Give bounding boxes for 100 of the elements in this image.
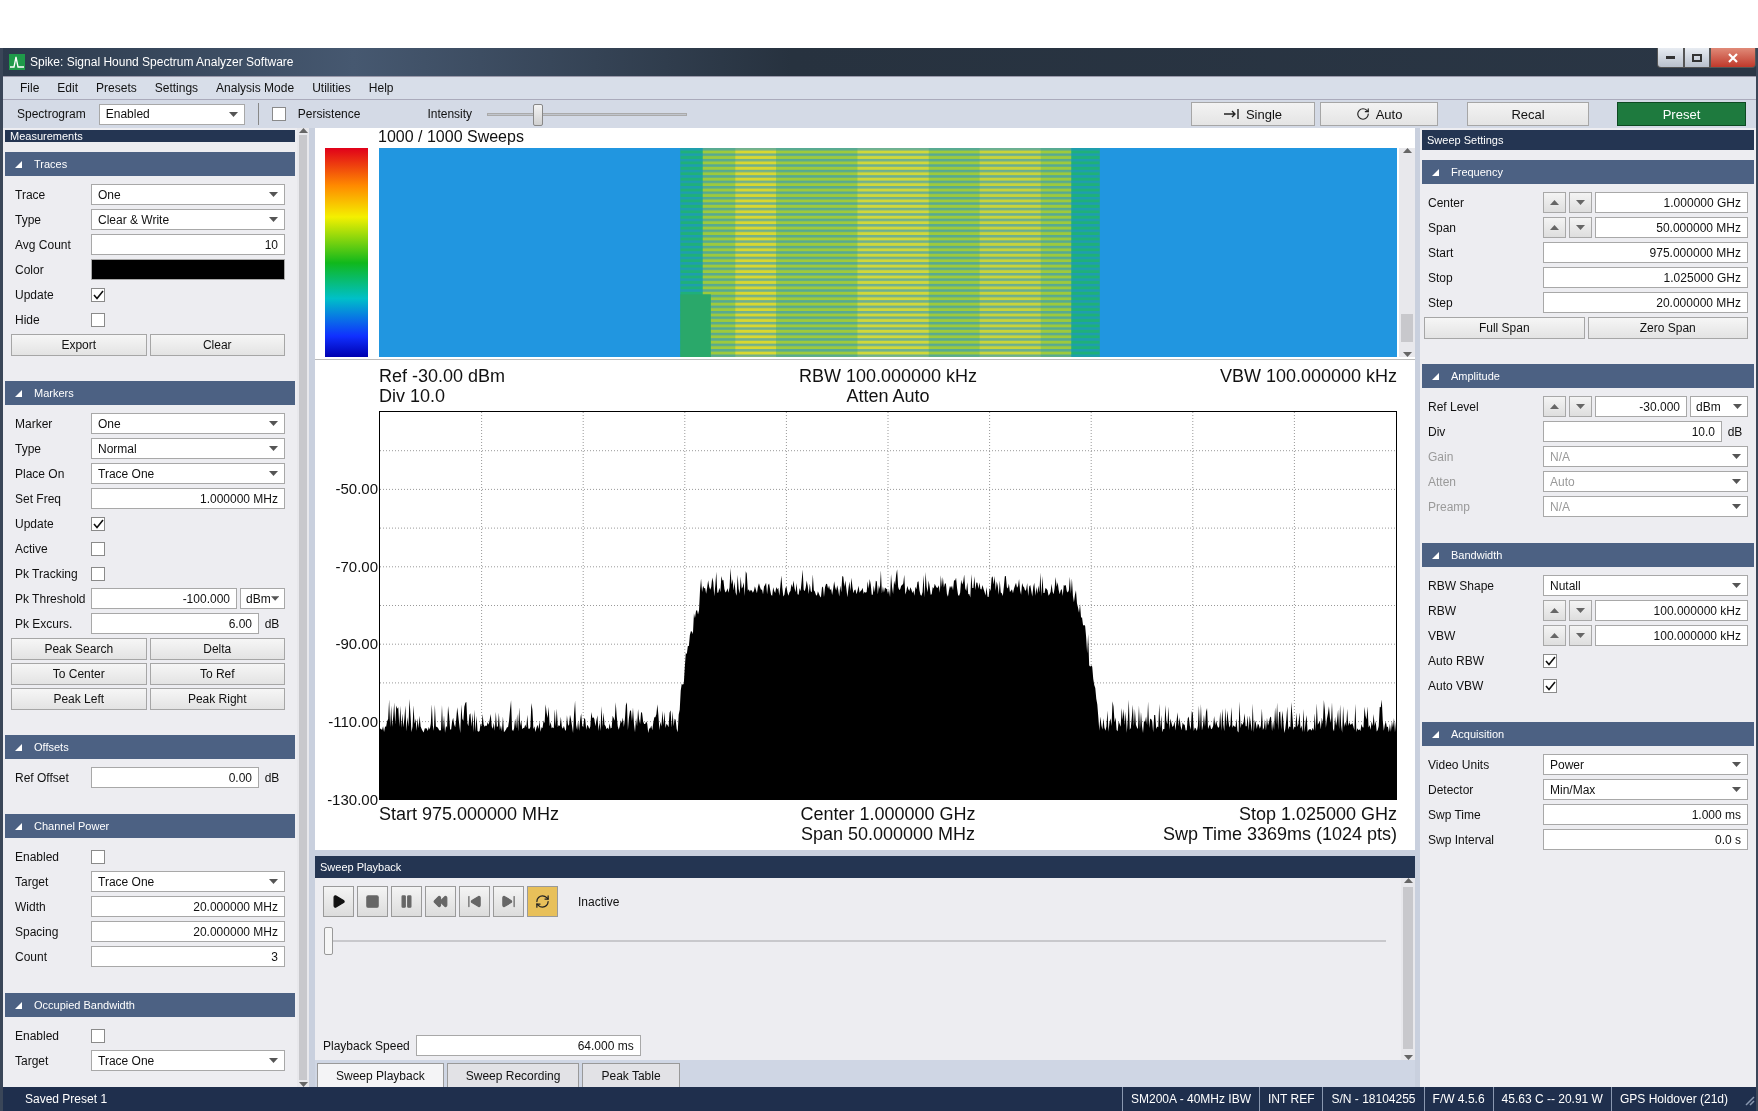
input-field[interactable]: 100.000000 kHz bbox=[1595, 625, 1748, 646]
dropdown[interactable]: Trace One bbox=[91, 1050, 285, 1071]
scrollbar-thumb[interactable] bbox=[1403, 887, 1413, 1049]
input-field[interactable]: 10 bbox=[91, 234, 285, 255]
increment-button[interactable] bbox=[1543, 192, 1566, 213]
input-field[interactable]: 1.025000 GHz bbox=[1543, 267, 1748, 288]
panel-button[interactable]: Export bbox=[11, 333, 147, 356]
close-button[interactable] bbox=[1710, 48, 1756, 68]
dropdown[interactable]: Nutall bbox=[1543, 575, 1748, 596]
toolbar-button[interactable]: Preset bbox=[1617, 102, 1746, 126]
checkbox[interactable] bbox=[91, 566, 105, 581]
panel-button[interactable]: Peak Search bbox=[11, 637, 147, 660]
dropdown[interactable]: Normal bbox=[91, 438, 285, 459]
dropdown[interactable]: Clear & Write bbox=[91, 209, 285, 230]
dropdown[interactable]: Trace One bbox=[91, 463, 285, 484]
checkbox[interactable] bbox=[91, 516, 105, 531]
decrement-button[interactable] bbox=[1569, 192, 1592, 213]
panel-button[interactable]: Delta bbox=[149, 637, 285, 660]
section-header[interactable]: Markers bbox=[5, 381, 295, 405]
section-header[interactable]: Amplitude bbox=[1422, 364, 1754, 388]
toolbar-button[interactable]: Single bbox=[1191, 102, 1315, 126]
input-field[interactable]: 3 bbox=[91, 946, 285, 967]
unit-dropdown[interactable]: dBm bbox=[240, 588, 285, 609]
section-header[interactable]: Channel Power bbox=[5, 814, 295, 838]
input-field[interactable]: 1.000000 GHz bbox=[1595, 192, 1748, 213]
decrement-button[interactable] bbox=[1569, 625, 1592, 646]
input-field[interactable]: 0.00 bbox=[91, 767, 259, 788]
input-field[interactable]: 20.000000 MHz bbox=[91, 921, 285, 942]
dropdown[interactable]: Trace One bbox=[91, 871, 285, 892]
menu-item[interactable]: Analysis Mode bbox=[207, 81, 304, 95]
input-field[interactable]: -30.000 bbox=[1595, 396, 1687, 417]
scrollbar[interactable] bbox=[297, 128, 309, 1087]
section-header[interactable]: Offsets bbox=[5, 735, 295, 759]
toolbar-button[interactable]: Auto bbox=[1320, 102, 1438, 126]
input-field[interactable]: 1.000000 MHz bbox=[91, 488, 285, 509]
scrollbar[interactable] bbox=[1401, 878, 1415, 1060]
input-field[interactable]: 1.000 ms bbox=[1543, 804, 1748, 825]
checkbox[interactable] bbox=[91, 849, 105, 864]
slider-thumb[interactable] bbox=[324, 927, 333, 955]
scrollbar-thumb[interactable] bbox=[298, 135, 308, 1080]
input-field[interactable]: 64.000 ms bbox=[415, 1035, 641, 1056]
panel-button[interactable]: To Center bbox=[11, 662, 147, 685]
checkbox[interactable] bbox=[1543, 653, 1557, 668]
input-field[interactable]: 10.0 bbox=[1543, 421, 1722, 442]
menu-item[interactable]: Help bbox=[359, 81, 403, 95]
panel-button[interactable]: Clear bbox=[149, 333, 285, 356]
playback-button[interactable] bbox=[323, 886, 354, 917]
input-field[interactable]: 50.000000 MHz bbox=[1595, 217, 1748, 238]
menu-item[interactable]: File bbox=[11, 81, 49, 95]
decrement-button[interactable] bbox=[1569, 217, 1592, 238]
scrollbar-thumb[interactable] bbox=[1401, 313, 1413, 342]
panel-button[interactable]: To Ref bbox=[149, 662, 285, 685]
section-header[interactable]: Acquisition bbox=[1422, 722, 1754, 746]
section-header[interactable]: Frequency bbox=[1422, 160, 1754, 184]
increment-button[interactable] bbox=[1543, 217, 1566, 238]
checkbox[interactable] bbox=[91, 1028, 105, 1043]
dropdown[interactable]: One bbox=[91, 413, 285, 434]
checkbox[interactable] bbox=[271, 107, 286, 121]
section-header[interactable]: Bandwidth bbox=[1422, 543, 1754, 567]
panel-button[interactable]: Zero Span bbox=[1587, 316, 1748, 339]
dropdown[interactable]: Power bbox=[1543, 754, 1748, 775]
checkbox[interactable] bbox=[91, 541, 105, 556]
toolbar-button[interactable]: Recal bbox=[1467, 102, 1589, 126]
input-field[interactable]: 20.000000 MHz bbox=[91, 896, 285, 917]
unit-dropdown[interactable]: dBm bbox=[1690, 396, 1748, 417]
increment-button[interactable] bbox=[1543, 600, 1566, 621]
checkbox[interactable] bbox=[91, 312, 105, 327]
minimize-button[interactable] bbox=[1657, 48, 1684, 68]
color-swatch[interactable] bbox=[91, 259, 285, 280]
increment-button[interactable] bbox=[1543, 396, 1566, 417]
section-header[interactable]: Occupied Bandwidth bbox=[5, 993, 295, 1017]
checkbox[interactable] bbox=[1543, 678, 1557, 693]
input-field[interactable]: 975.000000 MHz bbox=[1543, 242, 1748, 263]
input-field[interactable]: -100.000 bbox=[91, 588, 237, 609]
menu-item[interactable]: Settings bbox=[145, 81, 208, 95]
menu-item[interactable]: Presets bbox=[87, 81, 146, 95]
decrement-button[interactable] bbox=[1569, 396, 1592, 417]
input-field[interactable]: 100.000000 kHz bbox=[1595, 600, 1748, 621]
tab[interactable]: Peak Table bbox=[582, 1063, 680, 1087]
section-header[interactable]: Traces bbox=[5, 152, 295, 176]
playback-button[interactable] bbox=[527, 886, 558, 917]
menu-item[interactable]: Utilities bbox=[303, 81, 360, 95]
scrollbar[interactable] bbox=[1399, 148, 1415, 357]
dropdown[interactable]: One bbox=[91, 184, 285, 205]
decrement-button[interactable] bbox=[1569, 600, 1592, 621]
panel-button[interactable]: Full Span bbox=[1424, 316, 1585, 339]
input-field[interactable]: 0.0 s bbox=[1543, 829, 1748, 850]
input-field[interactable]: 6.00 bbox=[91, 613, 259, 634]
slider-thumb[interactable] bbox=[532, 103, 543, 126]
input-field[interactable]: 20.000000 MHz bbox=[1543, 292, 1748, 313]
dropdown[interactable]: Enabled bbox=[98, 103, 245, 125]
checkbox[interactable] bbox=[91, 287, 105, 302]
tab[interactable]: Sweep Playback bbox=[317, 1063, 444, 1087]
menu-item[interactable]: Edit bbox=[48, 81, 88, 95]
maximize-button[interactable] bbox=[1684, 48, 1710, 68]
dropdown[interactable]: Min/Max bbox=[1543, 779, 1748, 800]
tab[interactable]: Sweep Recording bbox=[446, 1063, 580, 1087]
panel-button[interactable]: Peak Left bbox=[11, 687, 147, 710]
panel-button[interactable]: Peak Right bbox=[149, 687, 285, 710]
increment-button[interactable] bbox=[1543, 625, 1566, 646]
